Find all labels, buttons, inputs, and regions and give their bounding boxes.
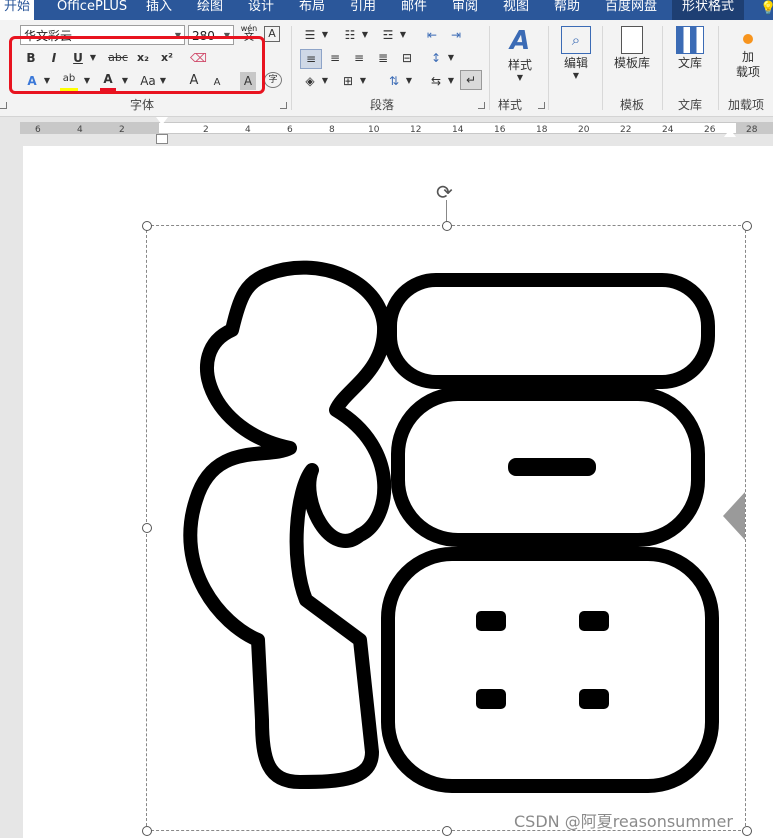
resize-handle[interactable] — [742, 826, 752, 836]
resize-handle[interactable] — [742, 221, 752, 231]
watermark: CSDN @阿夏reasonsummer — [514, 812, 733, 831]
resize-handle[interactable] — [142, 826, 152, 836]
side-panel-toggle-icon[interactable] — [723, 492, 745, 540]
resize-handle[interactable] — [442, 826, 452, 836]
rotate-handle-icon[interactable]: ⟳ — [436, 180, 453, 204]
resize-handle[interactable] — [142, 221, 152, 231]
resize-handle[interactable] — [142, 523, 152, 533]
shape-selection-frame[interactable] — [146, 225, 746, 831]
resize-handle[interactable] — [442, 221, 452, 231]
